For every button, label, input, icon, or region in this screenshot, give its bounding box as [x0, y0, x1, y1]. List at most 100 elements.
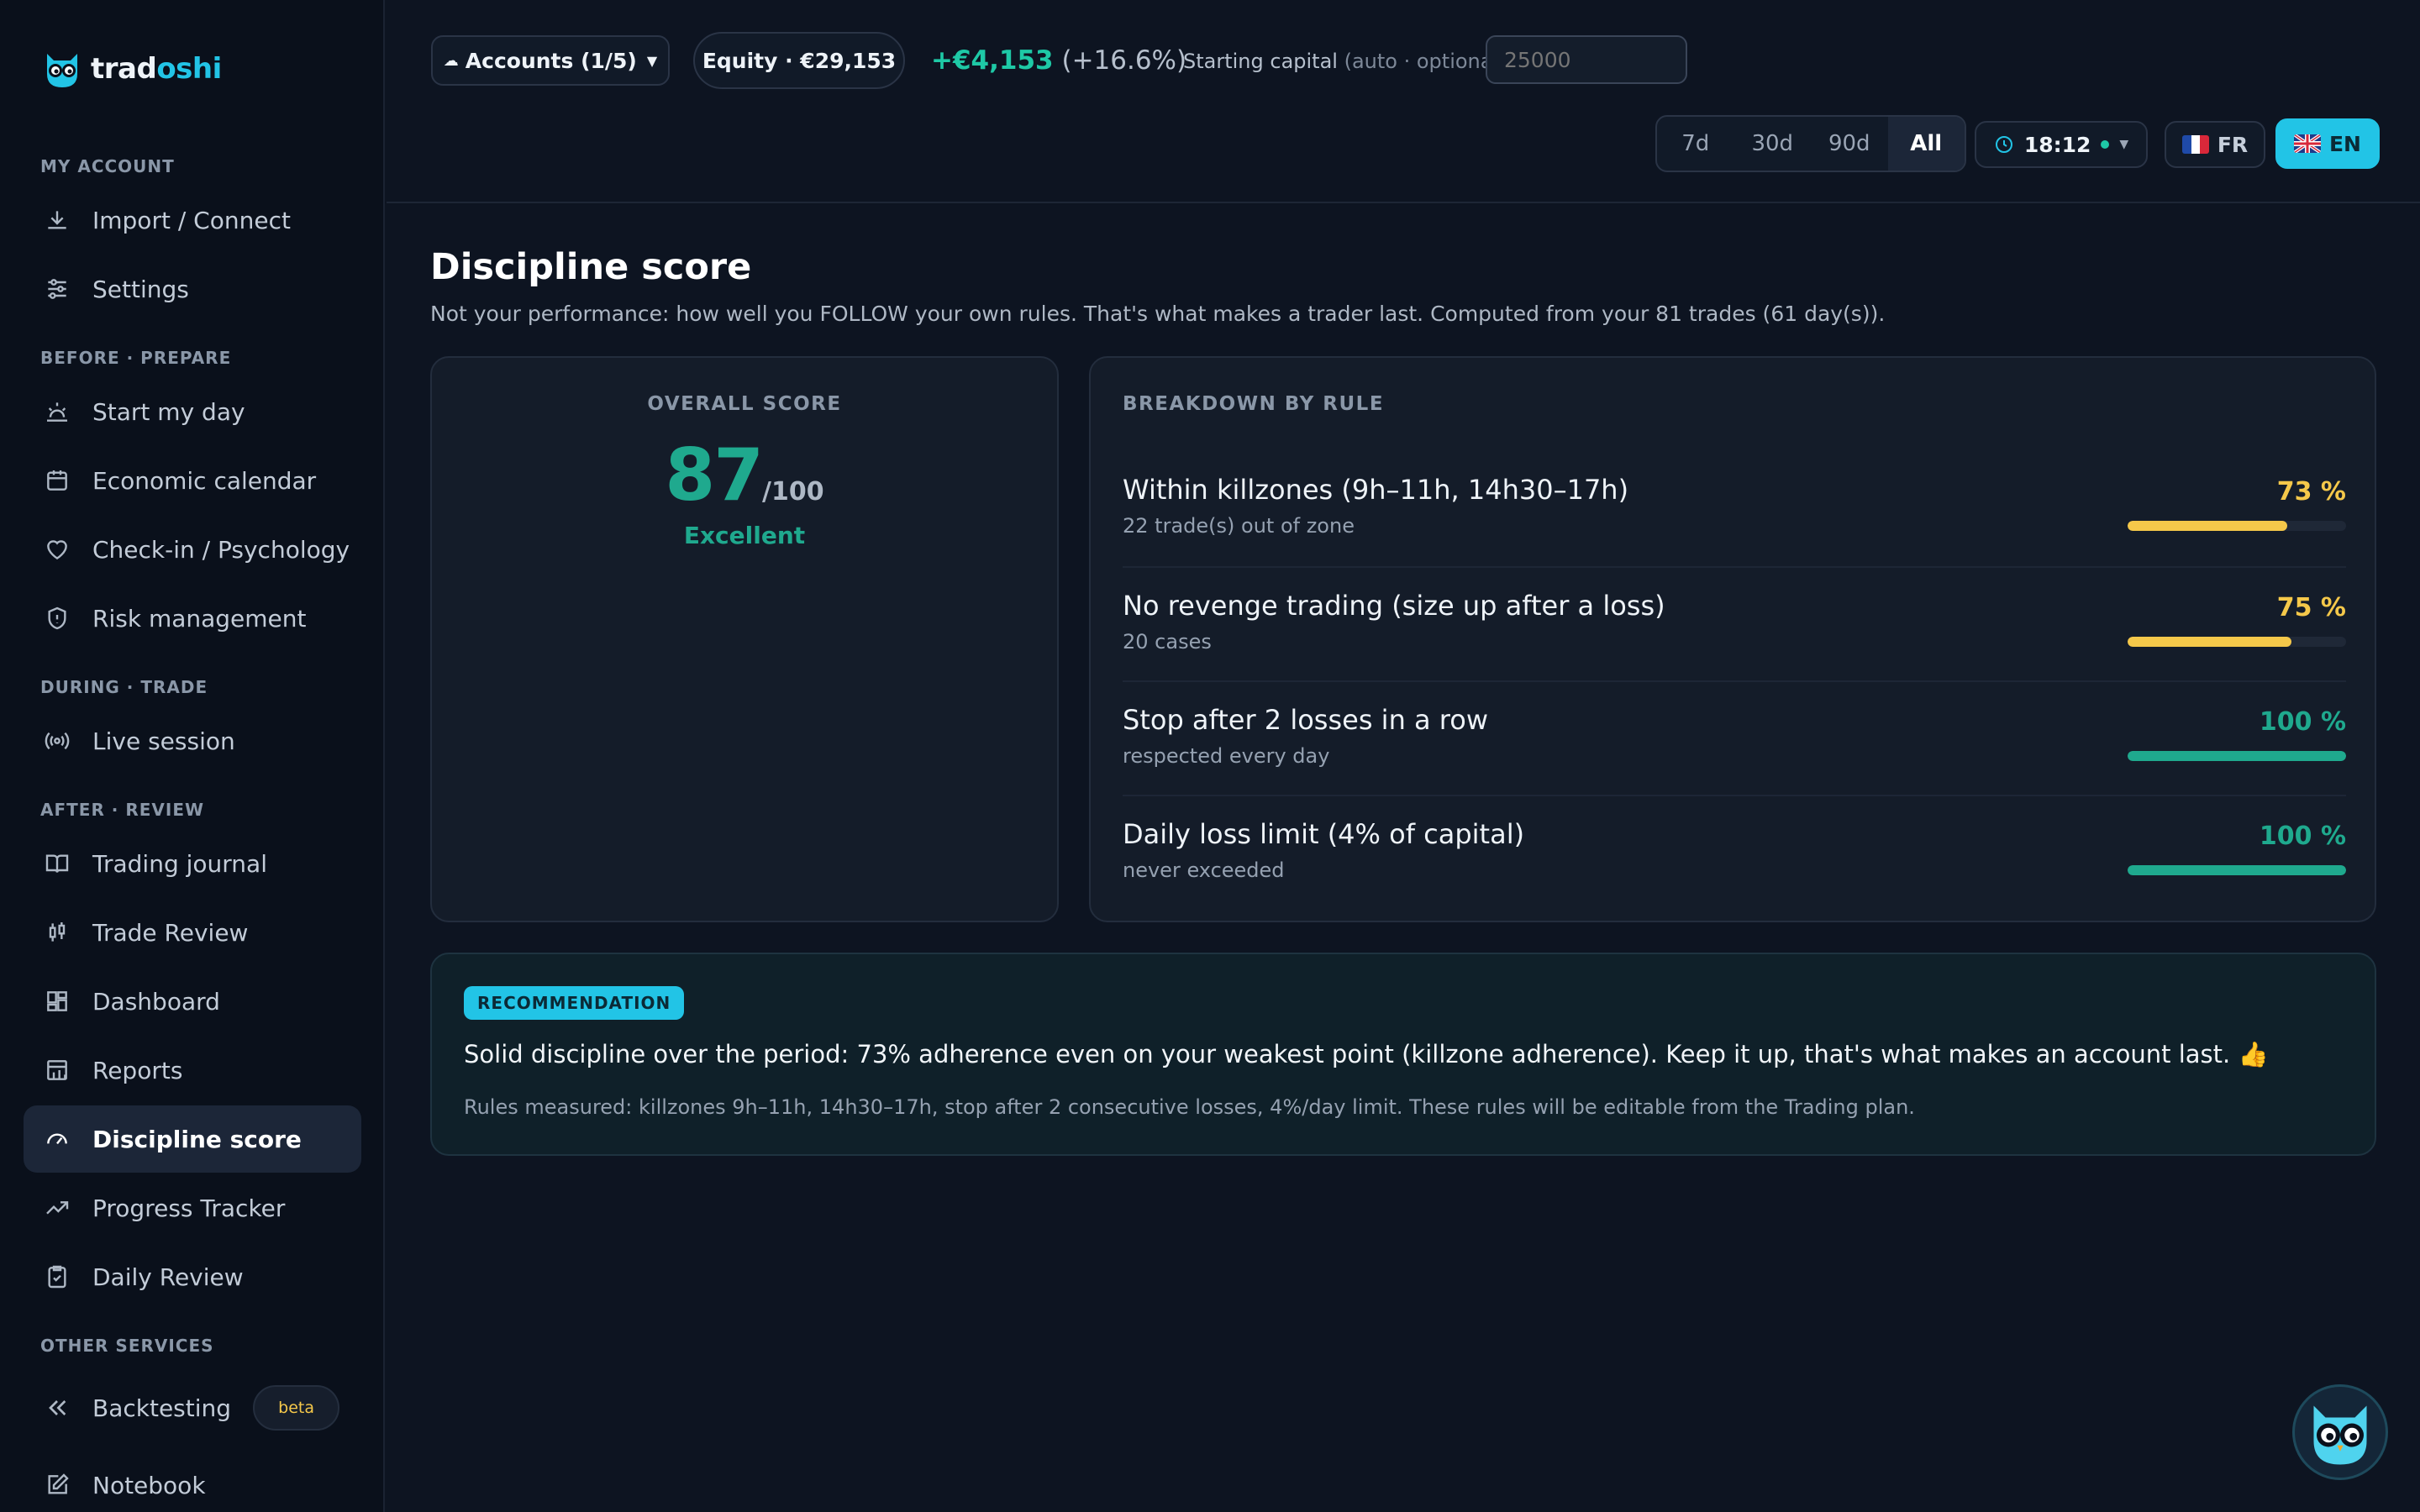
sidebar-item-label: Notebook — [92, 1471, 206, 1499]
status-dot — [2101, 140, 2110, 149]
heart-icon — [42, 534, 72, 564]
recommendation-card: RECOMMENDATION Solid discipline over the… — [430, 953, 2376, 1156]
accounts-label: Accounts (1/5) — [465, 48, 637, 73]
section-my-account: MY ACCOUNT — [40, 156, 175, 176]
range-7d[interactable]: 7d — [1657, 117, 1734, 171]
pnl-value: +€4,153 — [931, 45, 1054, 76]
sidebar-item-trade-review[interactable]: Trade Review — [24, 899, 361, 966]
sidebar-item-label: Discipline score — [92, 1125, 302, 1153]
sidebar-item-label: Check-in / Psychology — [92, 535, 350, 564]
recommendation-note: Rules measured: killzones 9h–11h, 14h30–… — [464, 1095, 1915, 1119]
sidebar-item-live-session[interactable]: Live session — [24, 707, 361, 774]
topbar: ☁ Accounts (1/5) ▼ Equity · €29,153 +€4,… — [387, 0, 2420, 203]
language-en-label: EN — [2328, 131, 2361, 156]
sidebar-item-label: Import / Connect — [92, 206, 291, 234]
sidebar-item-notebook[interactable]: Notebook — [24, 1452, 361, 1512]
sidebar-item-label: Trade Review — [92, 918, 249, 947]
starting-capital-label: Starting capital (auto · optional) — [1183, 50, 1507, 73]
sidebar-item-label: Trading journal — [92, 849, 267, 878]
sidebar-item-check-in-psychology[interactable]: Check-in / Psychology — [24, 516, 361, 583]
sidebar-item-dashboard[interactable]: Dashboard — [24, 968, 361, 1035]
language-fr-button[interactable]: FR — [2165, 121, 2265, 168]
sidebar-item-import-connect[interactable]: Import / Connect — [24, 186, 361, 254]
rule-progress-fill — [2128, 637, 2291, 647]
sidebar-item-label: Settings — [92, 275, 189, 303]
rule-progress-bar — [2128, 751, 2346, 761]
sidebar-item-settings[interactable]: Settings — [24, 255, 361, 323]
sidebar-item-label: Daily Review — [92, 1263, 244, 1291]
accounts-dropdown[interactable]: ☁ Accounts (1/5) ▼ — [431, 35, 670, 86]
section-after-review: AFTER · REVIEW — [40, 800, 205, 820]
rule-row: Stop after 2 losses in a row respected e… — [1123, 680, 2346, 795]
rule-title: Daily loss limit (4% of capital) — [1123, 818, 1525, 850]
clock-dropdown[interactable]: 18:12 ▼ — [1975, 121, 2148, 168]
recommendation-text: Solid discipline over the period: 73% ad… — [464, 1040, 2269, 1068]
range-90d[interactable]: 90d — [1811, 117, 1888, 171]
sidebar-item-backtesting[interactable]: Backtesting beta — [24, 1374, 361, 1441]
uk-flag-icon — [2293, 134, 2321, 153]
rule-progress-fill — [2128, 751, 2346, 761]
chevron-down-icon: ▼ — [646, 52, 658, 69]
rule-note: respected every day — [1123, 744, 1330, 768]
sidebar-item-label: Risk management — [92, 604, 307, 633]
clock-time: 18:12 — [2023, 132, 2091, 157]
sidebar: tradoshi MY ACCOUNT Import / Connect Set… — [0, 0, 385, 1512]
owl-mascot-icon — [2313, 1405, 2367, 1465]
sidebar-item-trading-journal[interactable]: Trading journal — [24, 830, 361, 897]
rule-note: 20 cases — [1123, 630, 1212, 654]
book-icon — [42, 848, 72, 879]
calendar-icon — [42, 465, 72, 496]
starting-capital-input[interactable] — [1486, 35, 1687, 84]
rule-row: Within killzones (9h–11h, 14h30–17h) 22 … — [1123, 452, 2346, 566]
pnl-percent: (+16.6%) — [1061, 45, 1187, 76]
cloud-icon: ☁ — [443, 51, 459, 70]
recommendation-badge: RECOMMENDATION — [464, 986, 685, 1020]
gauge-icon — [42, 1124, 72, 1154]
sidebar-item-daily-review[interactable]: Daily Review — [24, 1243, 361, 1310]
equity-badge: Equity · €29,153 — [693, 32, 905, 89]
sidebar-item-discipline-score[interactable]: Discipline score — [24, 1105, 361, 1173]
sunrise-icon — [42, 396, 72, 427]
sidebar-item-label: Backtesting — [92, 1394, 232, 1422]
overall-score-card: OVERALL SCORE 87/100 Excellent — [430, 356, 1059, 922]
rule-row: No revenge trading (size up after a loss… — [1123, 566, 2346, 680]
time-range-selector: 7d 30d 90d All — [1655, 115, 1966, 172]
equity-label: Equity · €29,153 — [702, 48, 897, 73]
rule-title: Within killzones (9h–11h, 14h30–17h) — [1123, 474, 1629, 506]
sliders-icon — [42, 274, 72, 304]
pnl-summary: +€4,153 (+16.6%) — [931, 45, 1186, 76]
sidebar-item-risk-management[interactable]: Risk management — [24, 585, 361, 652]
section-during-trade: DURING · TRADE — [40, 677, 208, 697]
assistant-owl-button[interactable] — [2292, 1384, 2388, 1480]
range-all[interactable]: All — [1887, 117, 1965, 171]
rewind-icon — [42, 1393, 72, 1423]
overall-score-value: 87/100 — [432, 433, 1057, 517]
rule-percent: 73 % — [2276, 477, 2346, 507]
rule-progress-bar — [2128, 637, 2346, 647]
candlestick-icon — [42, 917, 72, 948]
app-logo[interactable]: tradoshi — [44, 49, 222, 89]
sidebar-item-label: Progress Tracker — [92, 1194, 286, 1222]
capital-label-text: Starting capital — [1183, 50, 1338, 73]
rule-title: Stop after 2 losses in a row — [1123, 704, 1488, 736]
section-other-services: OTHER SERVICES — [40, 1336, 214, 1356]
owl-logo-icon — [44, 49, 81, 89]
score-denominator: /100 — [762, 477, 824, 507]
rule-note: 22 trade(s) out of zone — [1123, 514, 1355, 538]
rule-percent: 100 % — [2259, 707, 2346, 737]
sidebar-item-progress-tracker[interactable]: Progress Tracker — [24, 1174, 361, 1242]
rule-row: Daily loss limit (4% of capital) never e… — [1123, 795, 2346, 909]
language-en-button[interactable]: EN — [2275, 118, 2380, 169]
beta-badge: beta — [253, 1385, 339, 1431]
rule-progress-fill — [2128, 521, 2287, 531]
range-30d[interactable]: 30d — [1734, 117, 1812, 171]
sidebar-item-reports[interactable]: Reports — [24, 1037, 361, 1104]
trending-up-icon — [42, 1193, 72, 1223]
sidebar-item-start-my-day[interactable]: Start my day — [24, 378, 361, 445]
dashboard-icon — [42, 986, 72, 1016]
rule-progress-bar — [2128, 865, 2346, 875]
sidebar-item-economic-calendar[interactable]: Economic calendar — [24, 447, 361, 514]
app-name: tradoshi — [91, 52, 222, 86]
broadcast-icon — [42, 726, 72, 756]
sidebar-item-label: Start my day — [92, 397, 245, 426]
